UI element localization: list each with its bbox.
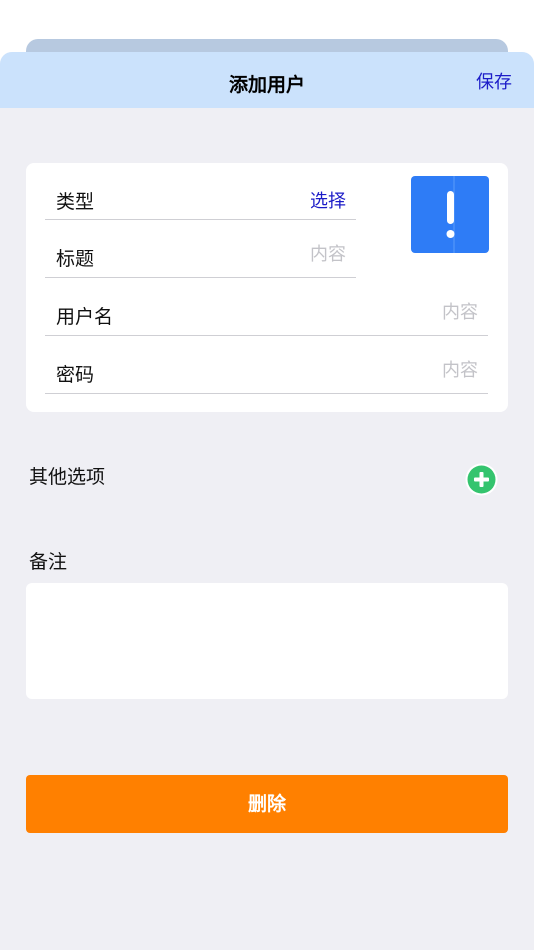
title-row: 标题 <box>45 220 356 278</box>
type-select-button[interactable]: 选择 <box>310 187 346 213</box>
username-label: 用户名 <box>56 306 114 328</box>
username-input[interactable] <box>328 302 478 323</box>
add-option-button[interactable] <box>465 463 498 496</box>
type-row[interactable]: 类型 选择 <box>45 163 356 220</box>
add-user-sheet: 添加用户 保存 类型 选择 标题 用户名 密码 其他选项 <box>0 52 534 950</box>
page-title: 添加用户 <box>228 74 305 96</box>
notes-textarea[interactable] <box>26 583 508 699</box>
user-form-card: 类型 选择 标题 用户名 密码 <box>26 163 508 412</box>
password-label: 密码 <box>56 364 95 386</box>
navigation-bar: 添加用户 保存 <box>0 52 534 108</box>
password-input[interactable] <box>328 360 478 381</box>
exclamation-icon <box>446 176 455 253</box>
title-label: 标题 <box>56 248 95 270</box>
type-icon-tile[interactable] <box>411 176 489 253</box>
plus-circle-icon <box>465 463 498 496</box>
other-options-label: 其他选项 <box>29 466 106 488</box>
notes-label: 备注 <box>29 551 68 573</box>
title-input[interactable] <box>196 244 346 265</box>
username-row: 用户名 <box>45 278 488 336</box>
password-row: 密码 <box>45 336 488 394</box>
type-label: 类型 <box>56 191 95 213</box>
save-button[interactable]: 保存 <box>476 68 512 94</box>
delete-button[interactable]: 删除 <box>26 775 508 833</box>
